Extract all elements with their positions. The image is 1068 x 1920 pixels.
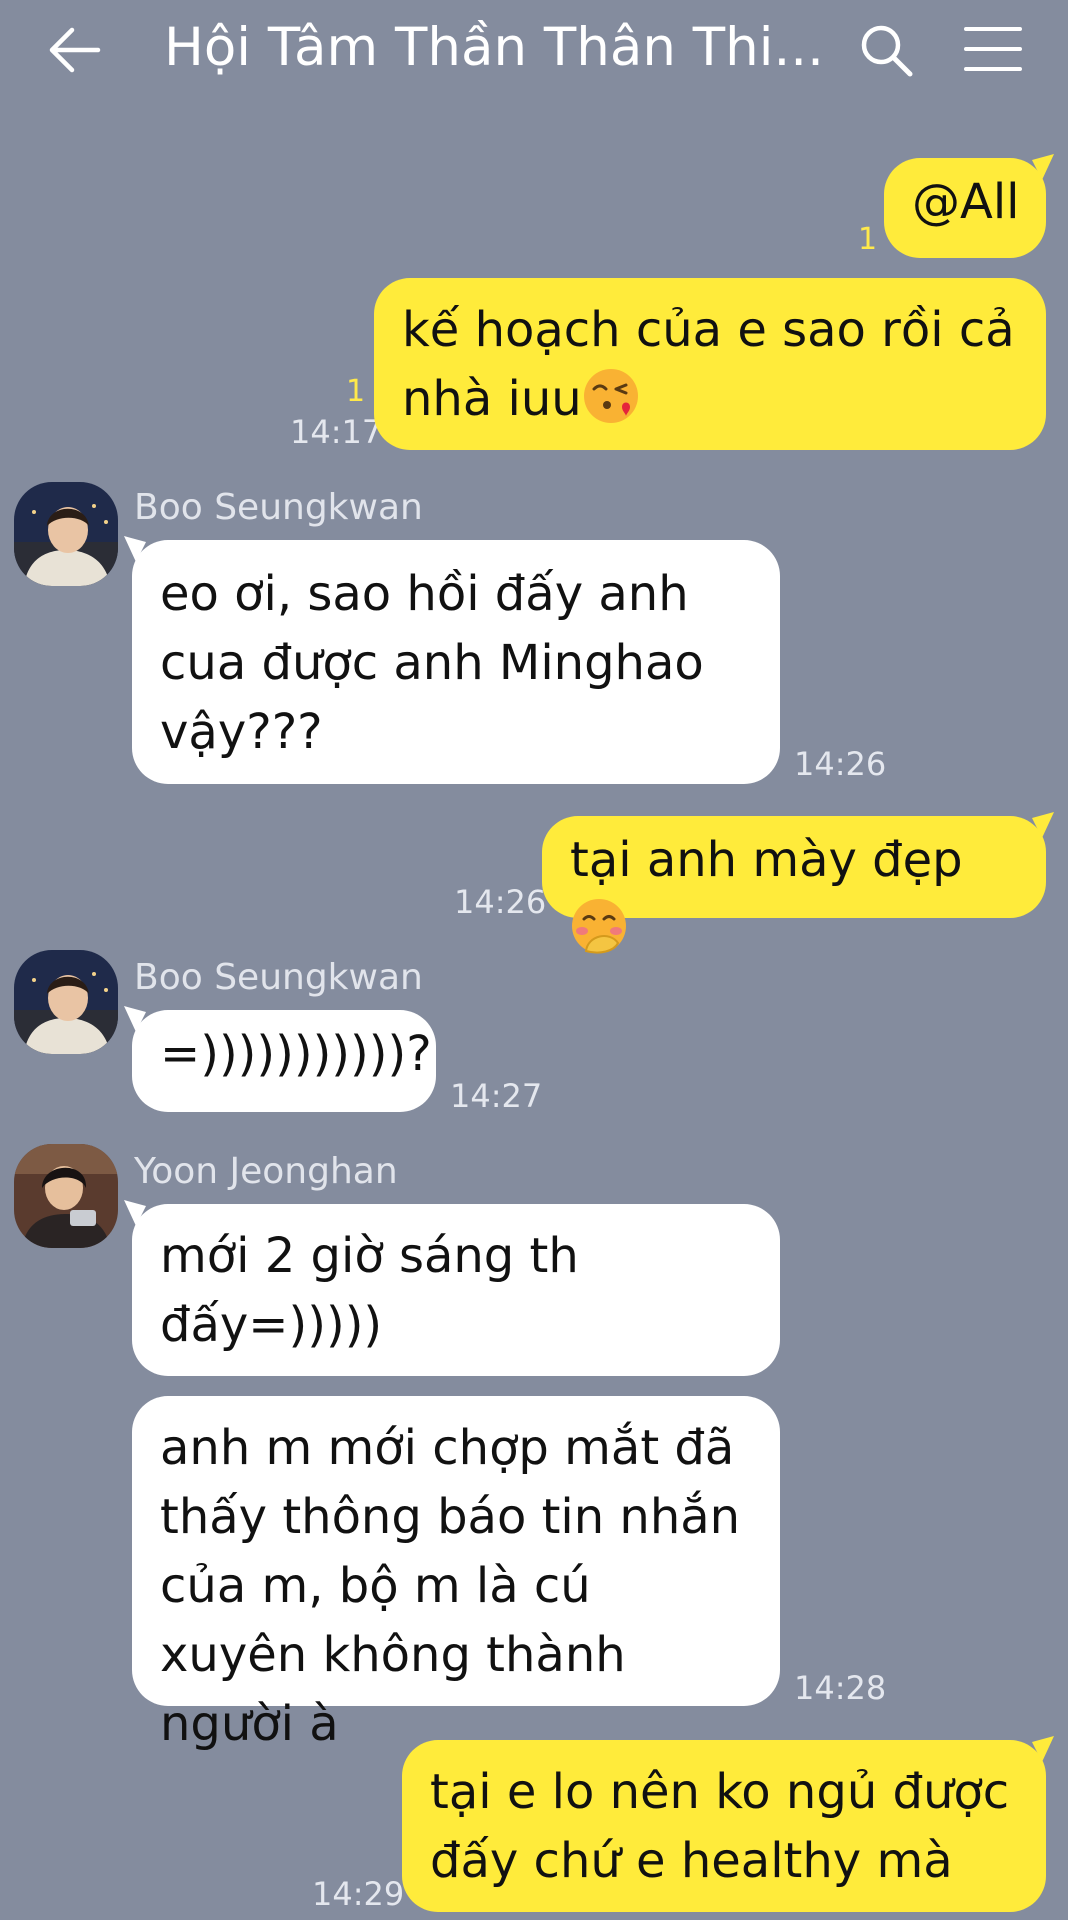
bubble-tail <box>1032 812 1054 838</box>
avatar[interactable] <box>14 950 118 1054</box>
bubble-tail <box>124 1006 146 1032</box>
my-message-bubble[interactable]: kế hoạch của e sao rồi cả nhà iuu <box>374 278 1046 450</box>
message-text: anh m mới chợp mắt đã thấy thông báo tin… <box>160 1420 741 1752</box>
unread-count: 1 <box>858 222 878 257</box>
message-time: 14:29 <box>312 1875 405 1913</box>
message-time: 14:26 <box>454 883 547 921</box>
message-time: 14:27 <box>450 1077 543 1115</box>
chat-title[interactable]: Hội Tâm Thần Thân Thi... <box>164 16 824 80</box>
boo-seungkwan-avatar-image <box>14 950 118 1054</box>
menu-button[interactable] <box>962 24 1024 74</box>
sender-name: Boo Seungkwan <box>134 957 423 998</box>
face-blowing-kiss-icon <box>583 369 638 423</box>
my-message-bubble[interactable]: @All <box>884 154 1054 258</box>
my-message-bubble[interactable]: tại anh mày đẹp <box>542 812 1054 954</box>
avatar[interactable] <box>14 482 118 586</box>
their-message-bubble[interactable]: mới 2 giờ sáng th đấy=))))) <box>124 1200 780 1376</box>
bubble-tail <box>1032 1736 1054 1762</box>
yoon-jeonghan-avatar-image <box>14 1144 118 1248</box>
bubble-tail <box>124 536 146 562</box>
back-button[interactable] <box>44 22 106 78</box>
boo-seungkwan-avatar-image <box>14 482 118 586</box>
search-button[interactable] <box>858 22 914 78</box>
message-time: 14:17 <box>290 413 383 451</box>
message-text: tại anh mày đẹp <box>570 832 963 888</box>
unread-count: 1 <box>346 374 366 409</box>
bubble-tail <box>1032 154 1054 180</box>
my-message-bubble[interactable]: tại e lo nên ko ngủ được đấy chứ e healt… <box>402 1736 1054 1912</box>
their-message-bubble[interactable]: =)))))))))))? <box>124 1006 436 1112</box>
message-text: =)))))))))))? <box>160 1026 432 1082</box>
their-message-bubble[interactable]: eo ơi, sao hồi đấy anh cua được anh Ming… <box>124 536 780 784</box>
face-with-hand-over-mouth-icon <box>572 899 626 954</box>
message-text: @All <box>912 174 1020 230</box>
message-text: mới 2 giờ sáng th đấy=))))) <box>160 1228 579 1353</box>
bubble-tail <box>124 1200 146 1226</box>
search-icon <box>861 25 913 77</box>
message-time: 14:26 <box>794 745 887 783</box>
hamburger-menu-icon <box>964 27 1022 71</box>
message-text: kế hoạch của e sao rồi cả nhà iuu <box>402 302 1015 427</box>
sender-name: Boo Seungkwan <box>134 487 423 528</box>
message-text: eo ơi, sao hồi đấy anh cua được anh Ming… <box>160 566 704 760</box>
avatar[interactable] <box>14 1144 118 1248</box>
their-message-bubble[interactable]: anh m mới chợp mắt đã thấy thông báo tin… <box>132 1396 780 1752</box>
message-time: 14:28 <box>794 1669 887 1707</box>
arrow-left-icon <box>49 27 101 73</box>
message-text: tại e lo nên ko ngủ được đấy chứ e healt… <box>430 1764 1010 1889</box>
chat-header: Hội Tâm Thần Thân Thi... <box>0 0 1068 100</box>
sender-name: Yoon Jeonghan <box>134 1151 398 1192</box>
